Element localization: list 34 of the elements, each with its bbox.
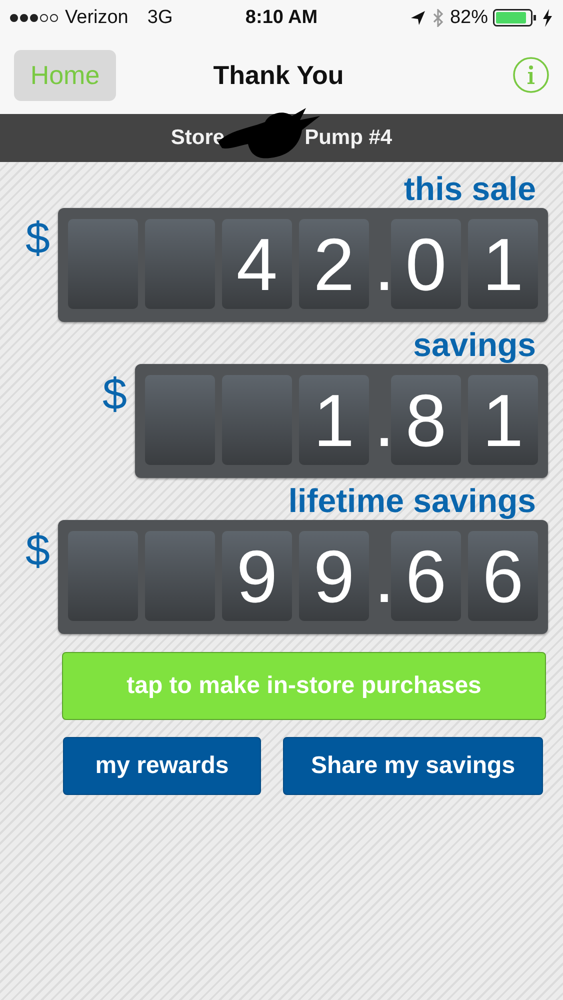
counter-label: this sale: [404, 170, 536, 208]
digit-tile: 1: [468, 375, 538, 465]
digit-tile: 1: [299, 375, 369, 465]
battery-percent: 82%: [450, 7, 488, 29]
counter-label: savings: [413, 326, 536, 364]
decimal-point: .: [374, 222, 386, 308]
digit-tile: 0: [391, 219, 461, 309]
action-button[interactable]: my rewards: [63, 737, 261, 795]
screen-title: Thank You: [213, 60, 344, 90]
counter-label: lifetime savings: [288, 482, 536, 520]
bluetooth-icon: [430, 9, 445, 27]
network-type: 3G: [147, 7, 173, 29]
digit-tile: 9: [299, 531, 369, 621]
decimal-point: .: [374, 378, 386, 464]
digit-tile: 6: [468, 531, 538, 621]
digit-tile: 2: [299, 219, 369, 309]
decimal-point: .: [374, 534, 386, 620]
pump-label: Pump #4: [304, 126, 392, 150]
dollar-sign: $: [26, 214, 50, 264]
info-icon: [513, 57, 549, 93]
location-arrow-icon: [410, 10, 426, 26]
store-label: Store: [170, 126, 225, 150]
digit-tile: 4: [222, 219, 292, 309]
digit-tile: 1: [468, 219, 538, 309]
dollar-sign: $: [102, 370, 127, 420]
digit-tile: 8: [391, 375, 461, 465]
dollar-sign: $: [26, 526, 50, 576]
digit-tile: 9: [222, 531, 292, 621]
action-button[interactable]: Share my savings: [283, 737, 543, 795]
digit-tile: 6: [391, 531, 461, 621]
battery-icon: [493, 9, 537, 27]
charging-bolt-icon: [542, 9, 553, 27]
carrier-name: Verizon: [65, 7, 128, 29]
status-time: 8:10 AM: [245, 7, 318, 29]
